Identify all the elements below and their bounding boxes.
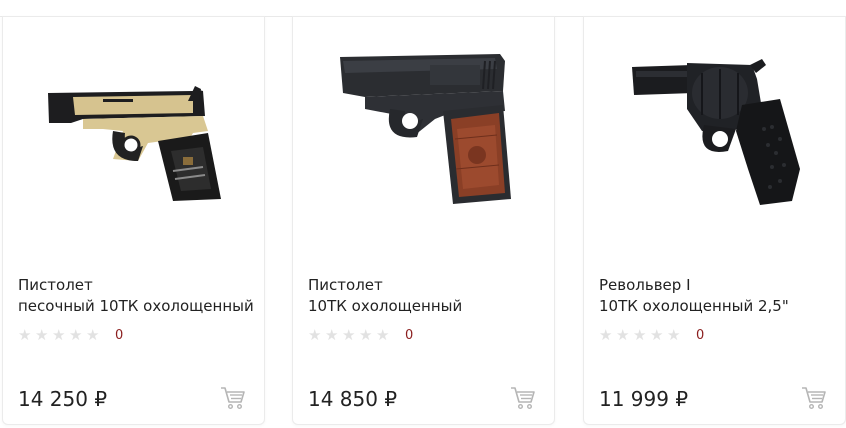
star-icon[interactable]: ★ <box>650 328 664 343</box>
rating: ★ ★ ★ ★ ★ 0 <box>308 327 413 343</box>
cart-icon[interactable] <box>220 386 246 410</box>
star-icon[interactable]: ★ <box>599 328 613 343</box>
star-icon[interactable]: ★ <box>359 328 373 343</box>
product-card[interactable]: Пистолет песочный 10ТК охолощенный ★ ★ ★… <box>2 16 265 425</box>
product-image-link[interactable] <box>584 17 845 237</box>
star-icon[interactable]: ★ <box>342 328 356 343</box>
product-card[interactable]: Пистолет 10ТК охолощенный ★ ★ ★ ★ ★ 0 14… <box>292 16 555 425</box>
product-image-link[interactable] <box>293 17 554 237</box>
star-icon[interactable]: ★ <box>667 328 681 343</box>
rating: ★ ★ ★ ★ ★ 0 <box>18 327 123 343</box>
product-image-pistol-makarov <box>340 54 511 204</box>
product-title[interactable]: Револьвер I 10ТК охолощенный 2,5" <box>599 275 839 317</box>
rating-count: 0 <box>115 327 124 343</box>
product-image-link[interactable] <box>3 17 264 237</box>
star-icon[interactable]: ★ <box>69 328 83 343</box>
product-title-line1: Пистолет <box>308 276 383 294</box>
product-title-line2: 10ТК охолощенный <box>308 297 463 315</box>
rating-count: 0 <box>405 327 414 343</box>
star-icon[interactable]: ★ <box>633 328 647 343</box>
cart-icon[interactable] <box>510 386 536 410</box>
product-price: 14 250 ₽ <box>18 387 108 411</box>
product-title[interactable]: Пистолет песочный 10ТК охолощенный <box>18 275 258 317</box>
product-title-line1: Револьвер I <box>599 276 691 294</box>
star-icon[interactable]: ★ <box>35 328 49 343</box>
product-title-line2: песочный 10ТК охолощенный <box>18 297 254 315</box>
product-title[interactable]: Пистолет 10ТК охолощенный <box>308 275 548 317</box>
rating-count: 0 <box>696 327 705 343</box>
star-icon[interactable]: ★ <box>86 328 100 343</box>
cart-icon[interactable] <box>801 386 827 410</box>
product-price: 14 850 ₽ <box>308 387 398 411</box>
star-icon[interactable]: ★ <box>18 328 32 343</box>
product-card[interactable]: Револьвер I 10ТК охолощенный 2,5" ★ ★ ★ … <box>583 16 846 425</box>
product-title-line1: Пистолет <box>18 276 93 294</box>
rating: ★ ★ ★ ★ ★ 0 <box>599 327 704 343</box>
product-title-line2: 10ТК охолощенный 2,5" <box>599 297 789 315</box>
star-icon[interactable]: ★ <box>376 328 390 343</box>
star-icon[interactable]: ★ <box>616 328 630 343</box>
star-icon[interactable]: ★ <box>308 328 322 343</box>
product-image-revolver <box>632 59 800 205</box>
product-image-pistol-sand <box>48 86 221 201</box>
star-icon[interactable]: ★ <box>52 328 66 343</box>
star-icon[interactable]: ★ <box>325 328 339 343</box>
product-price: 11 999 ₽ <box>599 387 689 411</box>
